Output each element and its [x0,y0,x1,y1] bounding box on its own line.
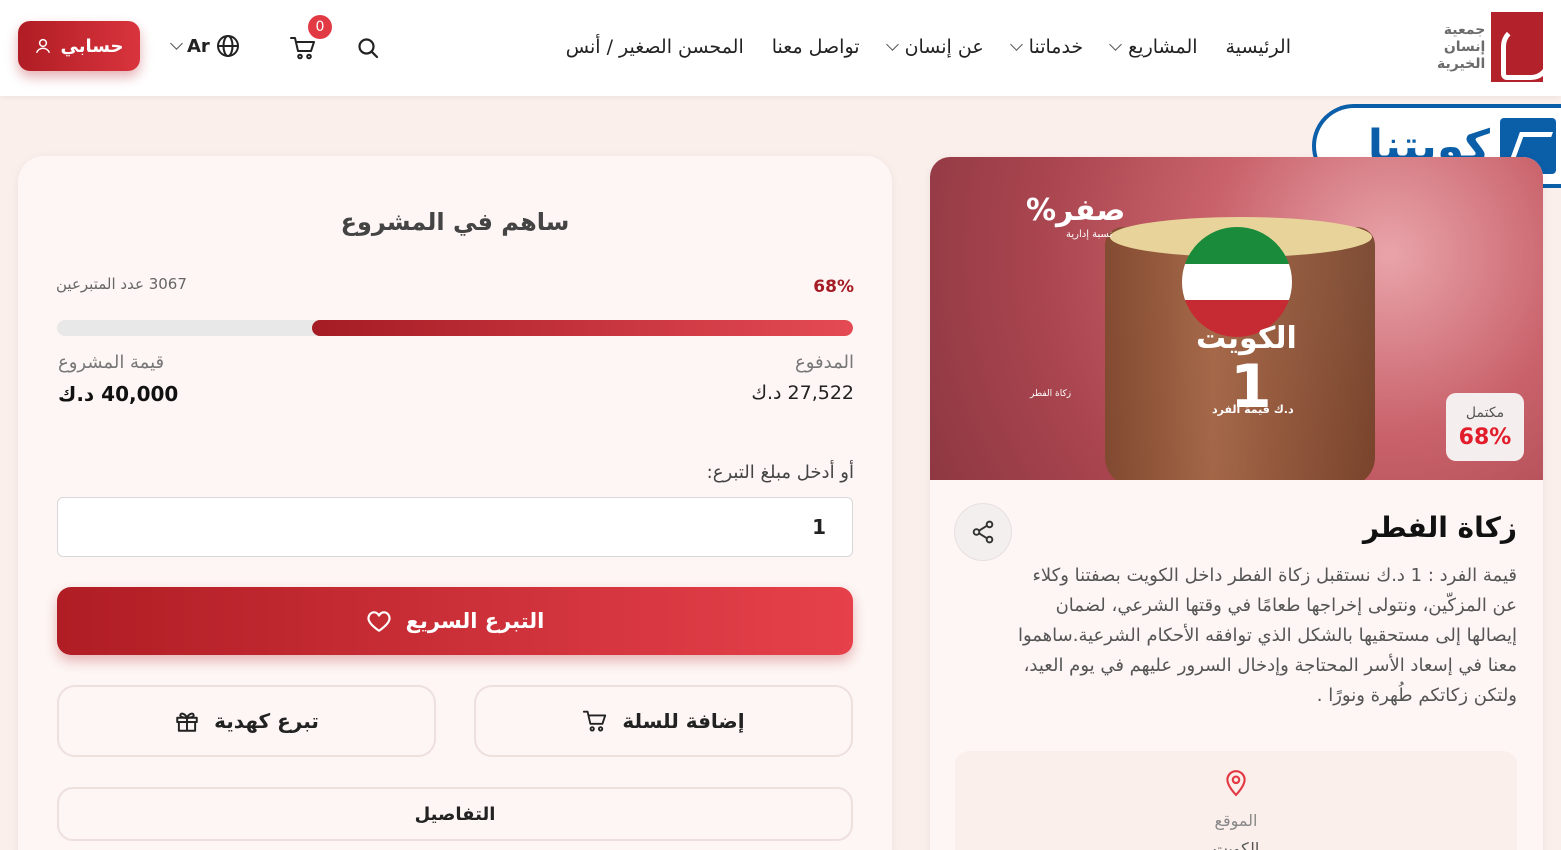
logo-text: جمعية إنسان الخيرية [1437,22,1485,73]
nav-label: عن إنسان [904,36,984,58]
image-unit-sub: قيمة الفرد [1212,403,1270,416]
image-unit-text: د.ك قيمة الفرد [1212,403,1294,416]
image-zakat-small: زكاة الفطر [1030,389,1072,399]
details-button[interactable]: التفاصيل [57,787,853,841]
language-selector[interactable]: Ar [170,34,240,58]
main-nav: الرئيسية المشاريع خدماتنا عن إنسان تواصل… [566,36,1291,58]
account-label: حسابي [60,35,124,57]
progress-percent: 68% [813,277,854,297]
progress-bar [57,320,853,336]
donors-count: 3067 عدد المتبرعين [56,275,187,293]
details-label: التفاصيل [414,803,496,825]
logo-mark-icon [1491,12,1543,82]
project-card: صفر% نسبة إدارية الكويت 1 د.ك قيمة الفرد… [930,157,1543,850]
nav-item-about[interactable]: عن إنسان [885,36,984,58]
chevron-down-icon [1109,38,1123,51]
paid-label: المدفوع [795,352,854,373]
location-label: الموقع [1214,811,1258,830]
search-icon[interactable] [356,36,380,60]
completion-percent: 68% [1458,424,1512,450]
nav-label: المشاريع [1128,36,1198,58]
cart-icon [583,710,607,732]
paid-value: 27,522 د.ك [751,382,854,404]
amount-label: أو أدخل مبلغ التبرع: [706,462,854,483]
add-to-cart-label: إضافة للسلة [622,709,745,733]
image-unit: د.ك [1273,403,1294,416]
logo-line-2: إنسان [1443,38,1486,55]
location-pin-icon [1226,770,1246,797]
image-zero-subtext: نسبة إدارية [1066,229,1113,240]
add-to-cart-button[interactable]: إضافة للسلة [474,685,853,757]
goal-value: 40,000 د.ك [58,382,179,406]
quick-donate-label: التبرع السريع [405,609,545,633]
account-button[interactable]: حسابي [18,21,140,71]
completion-label: مكتمل [1465,404,1505,421]
heart-icon [367,611,391,632]
nav-item-home[interactable]: الرئيسية [1226,36,1291,58]
nav-label: الرئيسية [1225,36,1291,58]
progress-fill [311,320,853,336]
project-description: قيمة الفرد : 1 د.ك نستقبل زكاة الفطر داخ… [1017,565,1517,706]
language-label: Ar [187,35,210,57]
goal-label: قيمة المشروع [58,352,165,373]
globe-icon [216,35,239,57]
site-logo[interactable]: جمعية إنسان الخيرية [1437,11,1543,83]
nav-item-little-donor[interactable]: المحسن الصغير / أنس [566,36,744,58]
nav-label: تواصل معنا [771,36,860,58]
gift-donate-label: تبرع كهدية [214,709,319,733]
nav-item-projects[interactable]: المشاريع [1109,36,1198,58]
location-box: الموقع الكويت [955,751,1517,850]
nav-label: خدماتنا [1028,36,1084,58]
project-title: زكاة الفطر [1362,511,1517,544]
nav-item-services[interactable]: خدماتنا [1009,36,1084,58]
chevron-down-icon [170,37,183,50]
image-kuwait-text: الكويت [1196,321,1297,356]
cart-count-badge: 0 [308,15,332,39]
donate-card: ساهم في المشروع 68% 3067 عدد المتبرعين ا… [18,156,892,850]
nav-item-contact[interactable]: تواصل معنا [772,36,860,58]
quick-donate-button[interactable]: التبرع السريع [57,587,853,655]
site-header: جمعية إنسان الخيرية الرئيسية المشاريع خد… [0,0,1561,96]
gift-icon [176,712,198,732]
chevron-down-icon [885,38,899,51]
cart-icon[interactable] [289,34,317,62]
user-icon [36,38,51,54]
donate-title: ساهم في المشروع [340,208,570,236]
share-icon [972,520,994,544]
logo-line-3: الخيرية [1437,55,1486,72]
donation-amount-input[interactable] [57,497,853,557]
image-zero-text: صفر% [1026,193,1126,228]
gift-donate-button[interactable]: تبرع كهدية [57,685,436,757]
chevron-down-icon [1009,38,1023,51]
project-image: صفر% نسبة إدارية الكويت 1 د.ك قيمة الفرد… [930,157,1543,480]
location-value: الكويت [1212,839,1260,850]
logo-line-1: جمعية [1443,21,1486,38]
nav-label: المحسن الصغير / أنس [565,36,744,58]
completion-badge: مكتمل 68% [1446,393,1524,461]
share-button[interactable] [954,503,1012,561]
